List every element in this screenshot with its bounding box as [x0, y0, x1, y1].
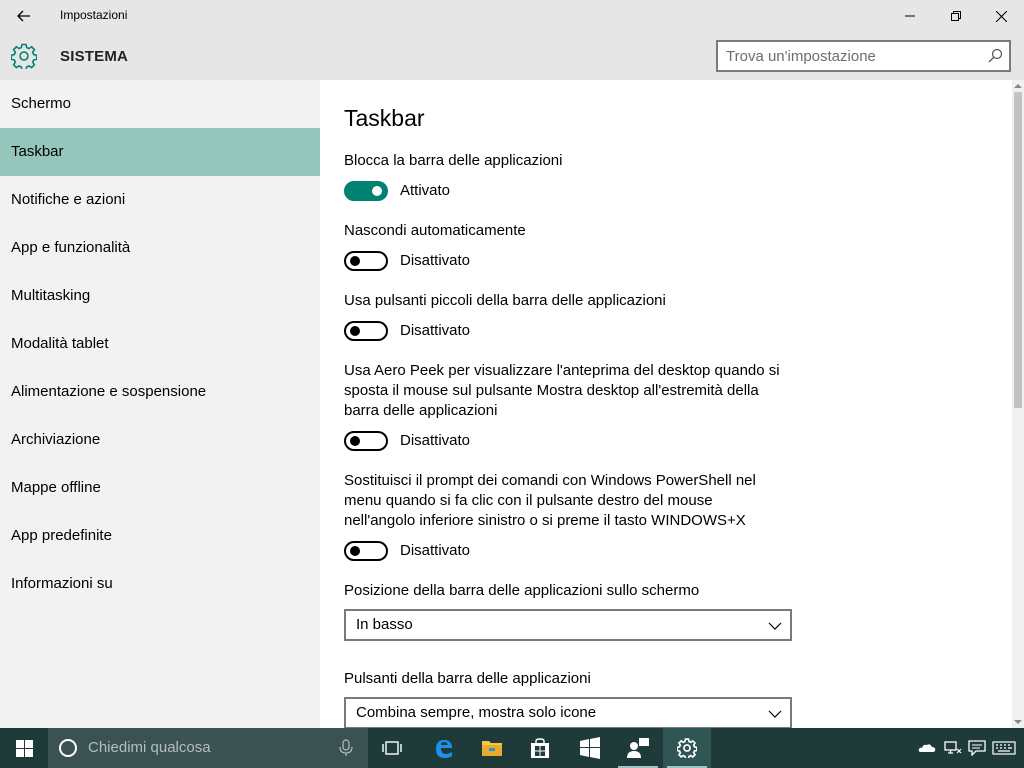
toggle-aero-peek[interactable]	[344, 431, 388, 451]
setting-label-line: barra delle applicazioni	[344, 402, 498, 419]
toggle-knob	[350, 546, 360, 556]
restore-icon	[951, 11, 961, 21]
toggle-knob	[350, 326, 360, 336]
scroll-up-icon[interactable]	[1014, 82, 1022, 90]
back-button[interactable]	[6, 0, 42, 32]
action-center-icon[interactable]	[968, 740, 986, 756]
setting-label-line: nell'angolo inferiore sinistro o si prem…	[344, 512, 746, 529]
window-title: Impostazioni	[60, 8, 128, 22]
taskbar-store[interactable]	[516, 728, 564, 768]
sidebar-item-app-funzionalita[interactable]: App e funzionalità	[0, 224, 320, 272]
taskbar: Chiedimi qualcosa	[0, 728, 1024, 768]
position-dropdown[interactable]: In basso	[344, 609, 792, 641]
setting-label: Nascondi automaticamente	[344, 222, 526, 239]
start-button[interactable]	[0, 728, 48, 768]
setting-label-line: sposta il mouse sul pulsante Mostra desk…	[344, 382, 759, 399]
people-icon	[627, 738, 649, 758]
setting-label: Sostituisci il prompt dei comandi con Wi…	[344, 471, 794, 531]
taskbar-edge[interactable]	[420, 728, 468, 768]
cortana-icon	[59, 739, 77, 757]
combine-buttons-value: Combina sempre, mostra solo icone	[356, 704, 597, 721]
sidebar-item-schermo[interactable]: Schermo	[0, 80, 320, 128]
task-view-button[interactable]	[368, 728, 416, 768]
app-tile-icon	[580, 737, 600, 759]
toggle-small-buttons[interactable]	[344, 321, 388, 341]
toggle-state: Disattivato	[400, 542, 471, 559]
sidebar: Schermo Taskbar Notifiche e azioni App e…	[0, 80, 320, 728]
settings-gear-icon	[677, 738, 697, 758]
toggle-knob	[350, 256, 360, 266]
minimize-icon	[905, 15, 915, 17]
close-icon	[995, 10, 1007, 22]
store-icon	[531, 738, 549, 758]
sidebar-item-app-predefinite[interactable]: App predefinite	[0, 512, 320, 560]
sidebar-item-mappe-offline[interactable]: Mappe offline	[0, 464, 320, 512]
position-label: Posizione della barra delle applicazioni…	[344, 582, 700, 599]
close-button[interactable]	[978, 0, 1024, 32]
search-box[interactable]	[716, 40, 1011, 72]
setting-label: Usa pulsanti piccoli della barra delle a…	[344, 292, 666, 309]
title-bar: Impostazioni	[0, 0, 1024, 32]
combine-buttons-dropdown[interactable]: Combina sempre, mostra solo icone	[344, 697, 792, 728]
setting-label: Blocca la barra delle applicazioni	[344, 152, 563, 169]
cortana-placeholder: Chiedimi qualcosa	[88, 739, 211, 756]
setting-label: Usa Aero Peek per visualizzare l'antepri…	[344, 361, 794, 421]
toggle-autohide[interactable]	[344, 251, 388, 271]
taskbar-file-explorer[interactable]	[468, 728, 516, 768]
windows-logo-icon	[15, 739, 33, 757]
toggle-state: Disattivato	[400, 322, 471, 339]
sidebar-item-modalita-tablet[interactable]: Modalità tablet	[0, 320, 320, 368]
toggle-powershell[interactable]	[344, 541, 388, 561]
sidebar-item-archiviazione[interactable]: Archiviazione	[0, 416, 320, 464]
toggle-knob	[350, 436, 360, 446]
sidebar-item-notifiche[interactable]: Notifiche e azioni	[0, 176, 320, 224]
folder-icon	[482, 741, 502, 756]
toggle-state: Attivato	[400, 182, 451, 199]
network-icon[interactable]	[944, 740, 962, 756]
search-icon[interactable]	[987, 48, 1003, 64]
page-title: Taskbar	[344, 105, 425, 131]
sidebar-item-multitasking[interactable]: Multitasking	[0, 272, 320, 320]
section-title: SISTEMA	[60, 48, 129, 65]
minimize-button[interactable]	[887, 0, 933, 32]
onedrive-icon[interactable]	[918, 740, 936, 756]
chevron-down-icon	[768, 622, 782, 630]
gear-icon	[11, 43, 37, 69]
back-arrow-icon	[17, 10, 30, 22]
sidebar-item-taskbar[interactable]: Taskbar	[0, 128, 320, 176]
vertical-scrollbar[interactable]	[1012, 80, 1024, 728]
edge-icon	[436, 740, 452, 758]
setting-label-line: menu quando si fa clic con il pulsante d…	[344, 492, 713, 509]
sidebar-item-alimentazione[interactable]: Alimentazione e sospensione	[0, 368, 320, 416]
toggle-state: Disattivato	[400, 432, 471, 449]
settings-header: SISTEMA	[0, 32, 1024, 80]
taskbar-people-app[interactable]	[614, 728, 662, 768]
position-value: In basso	[356, 616, 413, 633]
touch-keyboard-icon[interactable]	[992, 740, 1016, 756]
taskbar-settings[interactable]	[663, 728, 711, 768]
search-input[interactable]	[726, 46, 986, 66]
task-view-icon	[382, 741, 402, 755]
toggle-state: Disattivato	[400, 252, 471, 269]
toggle-lock-taskbar[interactable]	[344, 181, 388, 201]
restore-button[interactable]	[933, 0, 979, 32]
scroll-down-icon[interactable]	[1014, 718, 1022, 726]
microphone-icon[interactable]	[338, 739, 354, 757]
cortana-search-box[interactable]: Chiedimi qualcosa	[48, 728, 368, 768]
taskbar-tile-app[interactable]	[566, 728, 614, 768]
toggle-knob	[372, 186, 382, 196]
scrollbar-thumb[interactable]	[1014, 92, 1022, 408]
main-content: Taskbar Blocca la barra delle applicazio…	[320, 80, 1012, 728]
sidebar-item-informazioni[interactable]: Informazioni su	[0, 560, 320, 608]
buttons-label: Pulsanti della barra delle applicazioni	[344, 670, 591, 687]
chevron-down-icon	[768, 710, 782, 718]
setting-label-line: Sostituisci il prompt dei comandi con Wi…	[344, 472, 756, 489]
setting-label-line: Usa Aero Peek per visualizzare l'antepri…	[344, 362, 780, 379]
